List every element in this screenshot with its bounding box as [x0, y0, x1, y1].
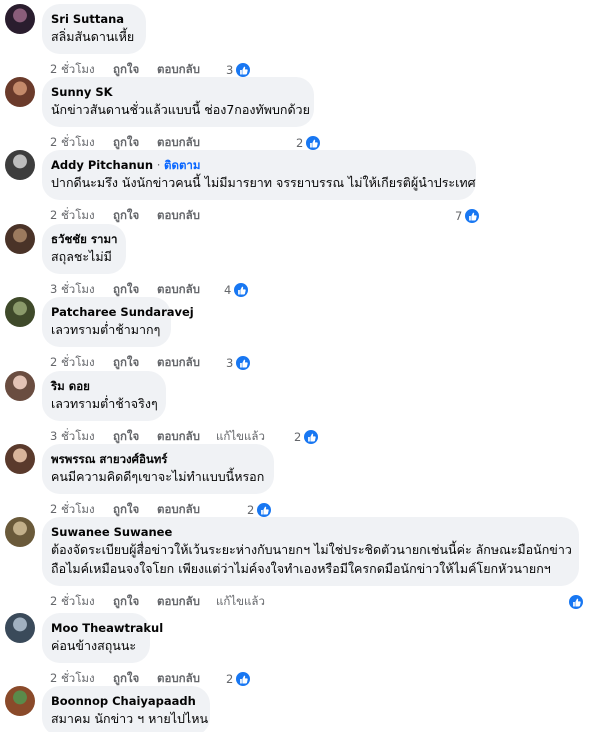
author-name[interactable]: ริม ดอย	[51, 379, 90, 393]
reply-button[interactable]: ตอบกลับ	[157, 354, 200, 372]
comment-text: นักข่าวสันดานชั่วแล้วแบบนี้ ช่อง7กองทัพบ…	[51, 102, 310, 117]
reaction-count: 3	[226, 63, 234, 77]
edited-label[interactable]: แก้ไขแล้ว	[216, 593, 265, 611]
comment-bubble: ริม ดอยเลวทรามต่ำช้าจริงๆ	[42, 371, 166, 421]
follow-button[interactable]: ติดตาม	[164, 158, 200, 172]
comment-author-row: Boonnop Chaiyapaadh	[51, 693, 201, 709]
comment-text: ถือไมค์เหมือนจงใจโยก เพียงแต่ว่าไม่ค์จงใ…	[51, 561, 551, 576]
avatar[interactable]	[5, 444, 35, 474]
thumbs-up-icon	[235, 62, 252, 78]
avatar[interactable]	[5, 297, 35, 327]
like-button[interactable]: ถูกใจ	[113, 207, 141, 225]
comment-bubble: Sunny SK นักข่าวสันดานชั่วแล้วแบบนี้ ช่อง…	[42, 77, 314, 127]
comment-author-row: Addy Pitchanun · ติดตาม	[51, 157, 467, 173]
avatar[interactable]	[5, 150, 35, 180]
thumbs-up-icon	[235, 671, 252, 687]
reply-button[interactable]: ตอบกลับ	[157, 207, 200, 225]
comment-item: Patcharee Sundaravej เลวทรามต่ำช้ามากๆ 2 ช…	[0, 297, 599, 371]
thumbs-up-icon	[303, 429, 320, 445]
comment-actions: 2 ชั่วโมง ถูกใจ ตอบกลับ	[50, 207, 216, 225]
comment-text: ต้องจัดระเบียบผู้สื่อข่าวให้เว้นระยะห่าง…	[51, 542, 572, 557]
author-name[interactable]: ธวัชชัย รามา	[51, 232, 118, 246]
comment-bubble: Sri Suttana สลิ่มสันดานเหี้ย	[42, 4, 146, 54]
comment-bubble: Boonnop Chaiyapaadh สมาคม นักข่าว ฯ หายไป…	[42, 686, 210, 732]
comment-author-row: ธวัชชัย รามา	[51, 231, 118, 247]
reaction-count: 4	[224, 283, 232, 297]
avatar[interactable]	[5, 613, 35, 643]
comment-text: สมาคม นักข่าว ฯ หายไปไหน	[51, 711, 209, 726]
reaction-summary[interactable]: 3	[226, 354, 252, 372]
comment-author-row: Suwanee Suwanee	[51, 524, 570, 540]
comment-actions: 2 ชั่วโมง ถูกใจ ตอบกลับ	[50, 354, 216, 372]
comment-bubble: พรพรรณ สายวงศ์อินทร์คนมีความคิดดีๆเขาจะไ…	[42, 444, 274, 494]
comment-text: เลวทรามต่ำช้ามากๆ	[51, 322, 161, 337]
comment-item: Moo Theawtrakul ค่อนข้างสถุนนะ 2 ชั่วโมง ถู…	[0, 613, 599, 687]
avatar[interactable]	[5, 686, 35, 716]
author-name[interactable]: พรพรรณ สายวงศ์อินทร์	[51, 452, 167, 466]
comment-text: เลวทรามต่ำช้าจริงๆ	[51, 396, 158, 411]
reaction-count: 2	[247, 503, 255, 517]
comment-bubble: ธวัชชัย รามาสถุลชะไม่มี	[42, 224, 126, 274]
comment-text: คนมีความคิดดีๆเขาจะไม่ทำแบบนี้หรอก	[51, 469, 265, 484]
avatar[interactable]	[5, 371, 35, 401]
avatar[interactable]	[5, 77, 35, 107]
reaction-count: 2	[294, 430, 302, 444]
comment-item: Sri Suttana สลิ่มสันดานเหี้ย 2 ชั่วโมง ถูกใ…	[0, 4, 599, 78]
comment-author-row: พรพรรณ สายวงศ์อินทร์	[51, 451, 265, 467]
author-name[interactable]: Sunny SK	[51, 85, 113, 99]
author-name[interactable]: Boonnop Chaiyapaadh	[51, 694, 196, 708]
thumbs-up-icon	[568, 594, 584, 610]
author-name[interactable]: Moo Theawtrakul	[51, 621, 163, 635]
thumbs-up-icon	[235, 355, 252, 371]
comment-actions: 2 ชั่วโมง ถูกใจ ตอบกลับ แก้ไขแล้ว	[50, 593, 281, 611]
timestamp[interactable]: 2 ชั่วโมง	[50, 207, 113, 225]
timestamp[interactable]: 2 ชั่วโมง	[50, 354, 113, 372]
comment-item: ธวัชชัย รามา สถุลชะไม่มี 3 ชั่วโมง ถูกใจ ตอบ…	[0, 224, 599, 298]
comment-list: Sri Suttana สลิ่มสันดานเหี้ย 2 ชั่วโมง ถูกใ…	[0, 0, 599, 732]
reaction-count: 2	[296, 136, 304, 150]
comment-bubble: Suwanee Suwanee ต้องจัดระเบียบผู้สื่อข่าว…	[42, 517, 579, 586]
reaction-summary[interactable]: 7	[455, 207, 481, 225]
comment-item: Addy Pitchanun · ติดตามปากดีนะมรึง นังนั…	[0, 150, 599, 224]
author-name[interactable]: Suwanee Suwanee	[51, 525, 172, 539]
comment-author-row: Sunny SK	[51, 84, 305, 100]
comment-author-row: Patcharee Sundaravej	[51, 304, 194, 320]
comment-text: ค่อนข้างสถุนนะ	[51, 638, 137, 653]
reply-button[interactable]: ตอบกลับ	[157, 593, 200, 611]
avatar[interactable]	[5, 4, 35, 34]
author-name[interactable]: Patcharee Sundaravej	[51, 305, 194, 319]
thumbs-up-icon	[305, 135, 322, 151]
comment-bubble: Addy Pitchanun · ติดตามปากดีนะมรึง นังนั…	[42, 150, 476, 200]
avatar[interactable]	[5, 224, 35, 254]
thumbs-up-icon	[256, 502, 273, 518]
reaction-summary[interactable]	[568, 593, 584, 611]
comment-item: ริม ดอย เลวทรามต่ำช้าจริงๆ 3 ชั่วโมง ถูกใจต…	[0, 371, 599, 445]
author-name[interactable]: Addy Pitchanun	[51, 158, 153, 172]
separator-dot: ·	[153, 158, 165, 172]
avatar[interactable]	[5, 517, 35, 547]
comment-author-row: ริม ดอย	[51, 378, 157, 394]
comment-text: สลิ่มสันดานเหี้ย	[51, 29, 135, 44]
like-button[interactable]: ถูกใจ	[113, 354, 141, 372]
like-button[interactable]: ถูกใจ	[113, 593, 141, 611]
comment-item: Boonnop Chaiyapaadh สมาคม นักข่าว ฯ หายไป…	[0, 686, 599, 732]
comment-bubble: Moo Theawtrakul ค่อนข้างสถุนนะ	[42, 613, 163, 663]
reaction-count: 7	[455, 209, 463, 223]
author-name[interactable]: Sri Suttana	[51, 12, 124, 26]
comment-text: สถุลชะไม่มี	[51, 249, 112, 264]
comment-item: Sunny SK นักข่าวสันดานชั่วแล้วแบบนี้ ช่อง…	[0, 77, 599, 151]
comment-author-row: Moo Theawtrakul	[51, 620, 163, 636]
thumbs-up-icon	[233, 282, 250, 298]
reaction-count: 2	[226, 672, 234, 686]
comment-item: Suwanee Suwanee ต้องจัดระเบียบผู้สื่อข่าว…	[0, 517, 599, 611]
timestamp[interactable]: 2 ชั่วโมง	[50, 593, 113, 611]
comment-author-row: Sri Suttana	[51, 11, 137, 27]
reaction-count: 3	[226, 356, 234, 370]
comment-text: ปากดีนะมรึง นังนักข่าวคนนี้ ไม่มีมารยาท …	[51, 175, 476, 190]
comment-item: พรพรรณ สายวงศ์อินทร์คนมีความคิดดีๆเขาจะไ…	[0, 444, 599, 518]
thumbs-up-icon	[464, 208, 481, 224]
comment-bubble: Patcharee Sundaravej เลวทรามต่ำช้ามากๆ	[42, 297, 194, 347]
